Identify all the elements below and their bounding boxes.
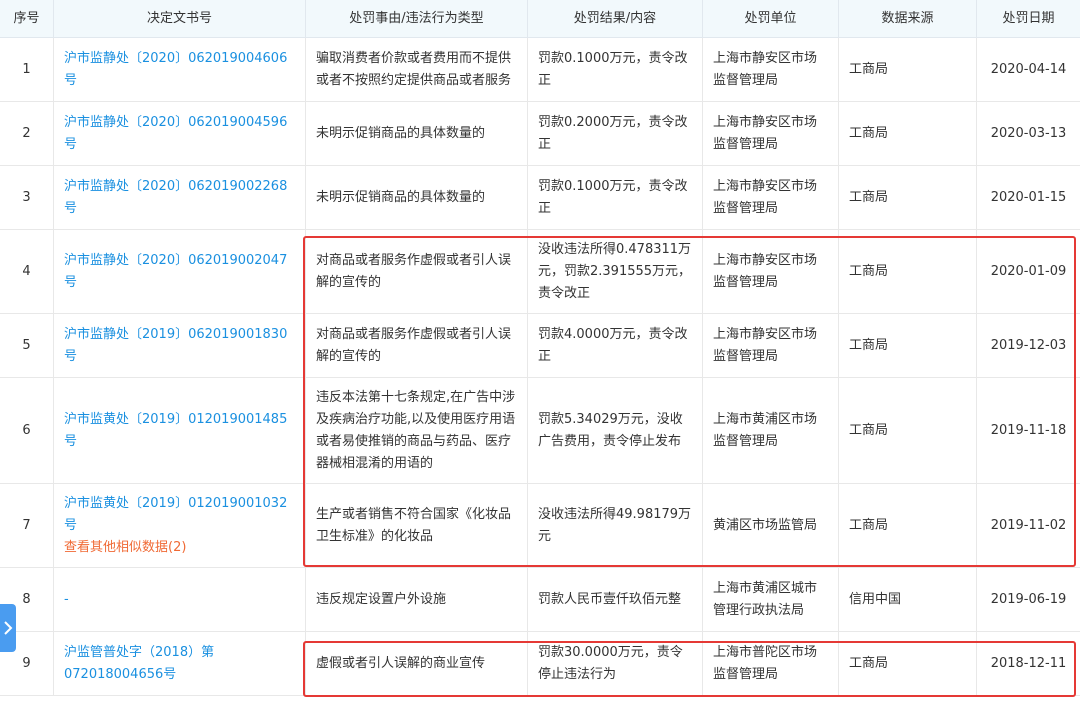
reason-cell: 未明示促销商品的具体数量的 <box>306 166 528 229</box>
table-row: 1 沪市监静处〔2020〕062019004606号 骗取消费者价款或者费用而不… <box>0 38 1080 102</box>
seq-cell: 7 <box>0 484 54 567</box>
unit-cell: 上海市普陀区市场监督管理局 <box>703 632 839 695</box>
reason-cell: 对商品或者服务作虚假或者引人误解的宣传的 <box>306 230 528 313</box>
seq-cell: 3 <box>0 166 54 229</box>
doc-cell: 沪市监静处〔2020〕062019004596号 <box>54 102 306 165</box>
table-row: 4 沪市监静处〔2020〕062019002047号 对商品或者服务作虚假或者引… <box>0 230 1080 314</box>
result-cell: 罚款5.34029万元，没收广告费用，责令停止发布 <box>528 378 703 483</box>
doc-cell: 沪市监静处〔2020〕062019002047号 <box>54 230 306 313</box>
unit-cell: 上海市静安区市场监督管理局 <box>703 102 839 165</box>
header-seq: 序号 <box>0 0 54 37</box>
table-row: 6 沪市监黄处〔2019〕012019001485号 违反本法第十七条规定,在广… <box>0 378 1080 484</box>
source-cell: 工商局 <box>839 38 977 101</box>
table-header: 序号 决定文书号 处罚事由/违法行为类型 处罚结果/内容 处罚单位 数据来源 处… <box>0 0 1080 38</box>
seq-cell: 1 <box>0 38 54 101</box>
date-cell: 2019-06-19 <box>990 591 1067 607</box>
doc-cell: 沪市监黄处〔2019〕012019001032号 查看其他相似数据(2) <box>54 484 306 567</box>
doc-cell: 沪市监静处〔2019〕062019001830号 <box>54 314 306 377</box>
unit-cell: 上海市静安区市场监督管理局 <box>703 166 839 229</box>
header-doc: 决定文书号 <box>54 0 306 37</box>
seq-cell: 6 <box>0 378 54 483</box>
table-row: 3 沪市监静处〔2020〕062019002268号 未明示促销商品的具体数量的… <box>0 166 1080 230</box>
reason-cell: 骗取消费者价款或者费用而不提供或者不按照约定提供商品或者服务 <box>306 38 528 101</box>
doc-link[interactable]: 沪市监黄处〔2019〕012019001032号 <box>64 493 295 537</box>
date-cell: 2019-12-03 <box>990 337 1067 353</box>
reason-cell: 对商品或者服务作虚假或者引人误解的宣传的 <box>306 314 528 377</box>
reason-cell: 违反本法第十七条规定,在广告中涉及疾病治疗功能,以及使用医疗用语或者易使推销的商… <box>306 378 528 483</box>
date-cell: 2020-01-15 <box>990 189 1067 205</box>
header-date: 处罚日期 <box>1002 10 1055 26</box>
result-cell: 罚款0.1000万元，责令改正 <box>528 38 703 101</box>
table-row: 5 沪市监静处〔2019〕062019001830号 对商品或者服务作虚假或者引… <box>0 314 1080 378</box>
header-reason: 处罚事由/违法行为类型 <box>306 0 528 37</box>
table-row: 2 沪市监静处〔2020〕062019004596号 未明示促销商品的具体数量的… <box>0 102 1080 166</box>
chevron-right-icon <box>4 621 13 635</box>
date-cell: 2020-04-14 <box>990 61 1067 77</box>
doc-link[interactable]: 沪市监静处〔2020〕062019004606号 <box>64 48 295 92</box>
unit-cell: 黄浦区市场监管局 <box>703 484 839 567</box>
source-cell: 信用中国 <box>839 568 977 631</box>
reason-cell: 未明示促销商品的具体数量的 <box>306 102 528 165</box>
doc-link[interactable]: 沪监管普处字（2018）第072018004656号 <box>64 642 295 686</box>
unit-cell: 上海市黄浦区市场监督管理局 <box>703 378 839 483</box>
date-cell: 2020-03-13 <box>990 125 1067 141</box>
seq-cell: 4 <box>0 230 54 313</box>
result-cell: 罚款4.0000万元，责令改正 <box>528 314 703 377</box>
doc-link[interactable]: 沪市监黄处〔2019〕012019001485号 <box>64 409 295 453</box>
source-cell: 工商局 <box>839 632 977 695</box>
doc-link[interactable]: 沪市监静处〔2020〕062019004596号 <box>64 112 295 156</box>
doc-cell: 沪监管普处字（2018）第072018004656号 <box>54 632 306 695</box>
doc-link[interactable]: - <box>64 589 69 611</box>
doc-link[interactable]: 沪市监静处〔2019〕062019001830号 <box>64 324 295 368</box>
result-cell: 没收违法所得49.98179万元 <box>528 484 703 567</box>
unit-cell: 上海市静安区市场监督管理局 <box>703 38 839 101</box>
source-cell: 工商局 <box>839 314 977 377</box>
similar-data-link[interactable]: 查看其他相似数据(2) <box>64 537 295 559</box>
doc-stack: 沪市监黄处〔2019〕012019001032号 查看其他相似数据(2) <box>64 493 295 559</box>
source-cell: 工商局 <box>839 484 977 567</box>
seq-cell: 5 <box>0 314 54 377</box>
reason-cell: 虚假或者引人误解的商业宣传 <box>306 632 528 695</box>
source-cell: 工商局 <box>839 166 977 229</box>
source-cell: 工商局 <box>839 102 977 165</box>
result-cell: 罚款0.1000万元，责令改正 <box>528 166 703 229</box>
doc-cell: - <box>54 568 306 631</box>
reason-cell: 违反规定设置户外设施 <box>306 568 528 631</box>
source-cell: 工商局 <box>839 230 977 313</box>
source-cell: 工商局 <box>839 378 977 483</box>
doc-cell: 沪市监静处〔2020〕062019004606号 <box>54 38 306 101</box>
header-source: 数据来源 <box>839 0 977 37</box>
table-row: 7 沪市监黄处〔2019〕012019001032号 查看其他相似数据(2) 生… <box>0 484 1080 568</box>
penalty-table: 序号 决定文书号 处罚事由/违法行为类型 处罚结果/内容 处罚单位 数据来源 处… <box>0 0 1080 696</box>
doc-link[interactable]: 沪市监静处〔2020〕062019002268号 <box>64 176 295 220</box>
date-cell: 2020-01-09 <box>990 263 1067 279</box>
header-unit: 处罚单位 <box>703 0 839 37</box>
result-cell: 没收违法所得0.478311万元，罚款2.391555万元，责令改正 <box>528 230 703 313</box>
result-cell: 罚款30.0000万元，责令停止违法行为 <box>528 632 703 695</box>
unit-cell: 上海市静安区市场监督管理局 <box>703 230 839 313</box>
doc-cell: 沪市监黄处〔2019〕012019001485号 <box>54 378 306 483</box>
table-row: 9 沪监管普处字（2018）第072018004656号 虚假或者引人误解的商业… <box>0 632 1080 696</box>
date-cell: 2019-11-18 <box>990 422 1067 438</box>
table-row: 8 - 违反规定设置户外设施 罚款人民币壹仟玖佰元整 上海市黄浦区城市管理行政执… <box>0 568 1080 632</box>
result-cell: 罚款0.2000万元，责令改正 <box>528 102 703 165</box>
result-cell: 罚款人民币壹仟玖佰元整 <box>528 568 703 631</box>
header-result: 处罚结果/内容 <box>528 0 703 37</box>
date-cell: 2019-11-02 <box>990 517 1067 533</box>
date-cell: 2018-12-11 <box>990 655 1067 671</box>
unit-cell: 上海市黄浦区城市管理行政执法局 <box>703 568 839 631</box>
doc-link[interactable]: 沪市监静处〔2020〕062019002047号 <box>64 250 295 294</box>
doc-cell: 沪市监静处〔2020〕062019002268号 <box>54 166 306 229</box>
side-toggle-button[interactable] <box>0 604 16 652</box>
unit-cell: 上海市静安区市场监督管理局 <box>703 314 839 377</box>
seq-cell: 2 <box>0 102 54 165</box>
reason-cell: 生产或者销售不符合国家《化妆品卫生标准》的化妆品 <box>306 484 528 567</box>
